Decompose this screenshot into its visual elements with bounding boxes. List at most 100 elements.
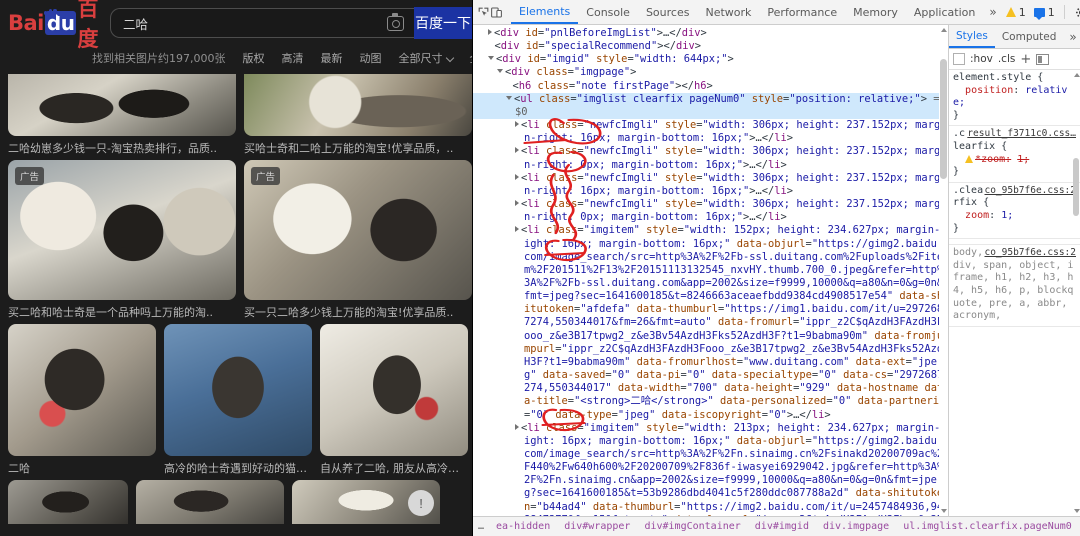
styles-more-tabs-icon[interactable]: » xyxy=(1063,30,1080,44)
dom-node[interactable]: <h6 class="note firstPage"></h6> xyxy=(473,80,948,93)
baidu-logo[interactable]: Bai du 百度 xyxy=(8,0,100,51)
scrollbar-thumb[interactable] xyxy=(940,59,947,179)
expand-triangle-icon[interactable] xyxy=(515,147,519,154)
tab-performance[interactable]: Performance xyxy=(759,0,845,24)
result-cell[interactable]: 自从养了二哈, 朋友从高冷御姐彻底... xyxy=(320,324,468,476)
expand-triangle-icon[interactable] xyxy=(515,121,519,128)
style-rule[interactable]: result_f3711c0.css… .clearfix { *zoom: 1;… xyxy=(949,126,1080,183)
result-cell[interactable]: 买哈士奇和二哈上万能的淘宝!优享品质，.. xyxy=(244,74,472,156)
scroll-down-icon[interactable] xyxy=(1073,509,1080,513)
dom-node[interactable]: <ul class="imglist clearfix pageNum0" st… xyxy=(473,92,948,120)
scroll-up-icon[interactable] xyxy=(1073,73,1080,77)
collapse-triangle-icon[interactable] xyxy=(488,56,494,61)
dom-tree-pane[interactable]: <div id="pnlBeforeImgList">…</div> <div i… xyxy=(473,25,949,516)
breadcrumb-item[interactable]: div#imgid xyxy=(748,517,816,536)
tab-computed[interactable]: Computed xyxy=(995,25,1064,48)
result-thumbnail[interactable] xyxy=(8,74,236,136)
floating-action-button[interactable]: ! xyxy=(408,490,434,516)
breadcrumb-item[interactable]: ea-hidden xyxy=(489,517,557,536)
styles-scrollbar[interactable] xyxy=(1072,70,1080,516)
result-thumbnail[interactable] xyxy=(136,480,284,524)
color-swatch[interactable] xyxy=(953,53,965,65)
filter-size[interactable]: 全部尺寸 xyxy=(399,50,454,66)
warning-count[interactable]: 1 xyxy=(1003,6,1029,19)
expand-triangle-icon[interactable] xyxy=(488,29,492,35)
dom-node[interactable]: <div id="pnlBeforeImgList">…</div> xyxy=(473,27,948,40)
result-cell[interactable] xyxy=(8,480,128,524)
result-thumbnail[interactable]: 广告 xyxy=(244,160,472,300)
dom-node[interactable]: <li class="imgitem" style="width: 213px;… xyxy=(473,422,948,516)
breadcrumb-item[interactable]: div#imgContainer xyxy=(637,517,747,536)
css-property[interactable]: position xyxy=(965,85,1013,96)
style-rule[interactable]: co_95b7f6e.css:2 body, div, span, object,… xyxy=(949,245,1080,327)
result-thumbnail[interactable] xyxy=(320,324,468,456)
style-rule[interactable]: co_95b7f6e.css:2 .clearfix { zoom: 1; } xyxy=(949,183,1080,240)
more-tabs-icon[interactable]: » xyxy=(983,5,1002,19)
result-thumbnail[interactable] xyxy=(8,324,156,456)
result-cell[interactable]: 广告 买二哈和哈士奇是一个品种吗上万能的淘.. xyxy=(8,160,236,320)
filter-animated[interactable]: 动图 xyxy=(360,50,382,66)
dom-node[interactable]: <li class="newfcImgli" style="width: 306… xyxy=(473,172,948,198)
filter-latest[interactable]: 最新 xyxy=(321,50,343,66)
camera-icon[interactable] xyxy=(387,12,404,31)
dom-scrollbar[interactable] xyxy=(939,25,948,516)
result-thumbnail[interactable] xyxy=(164,324,312,456)
dom-tree[interactable]: <div id="pnlBeforeImgList">…</div> <div i… xyxy=(473,25,948,516)
result-thumbnail[interactable]: 广告 xyxy=(8,160,236,300)
breadcrumb-item[interactable]: div#wrapper xyxy=(557,517,637,536)
hover-state-button[interactable]: :hov xyxy=(970,53,993,65)
tab-sources[interactable]: Sources xyxy=(638,0,698,24)
result-cell[interactable] xyxy=(136,480,284,524)
filter-copyright[interactable]: 版权 xyxy=(243,50,265,66)
tab-styles[interactable]: Styles xyxy=(949,25,995,48)
dom-node[interactable]: <li class="newfcImgli" style="width: 306… xyxy=(473,119,948,145)
css-value[interactable]: 1; xyxy=(1001,210,1013,221)
expand-triangle-icon[interactable] xyxy=(515,173,519,180)
filter-color[interactable]: 全部颜色 xyxy=(470,50,473,66)
collapse-triangle-icon[interactable] xyxy=(506,95,512,100)
expand-triangle-icon[interactable] xyxy=(515,423,519,430)
result-cell[interactable]: 二哈幼崽多少钱一只-淘宝热卖排行，品质.. xyxy=(8,74,236,156)
tab-application[interactable]: Application xyxy=(906,0,983,24)
style-source-link[interactable]: result_f3711c0.css… xyxy=(967,128,1076,141)
breadcrumb-item[interactable]: div.imgpage xyxy=(816,517,896,536)
scroll-up-icon[interactable] xyxy=(940,28,947,32)
new-style-rule-button[interactable]: + xyxy=(1020,52,1031,67)
style-rule[interactable]: element.style { position: relative; } xyxy=(949,70,1080,127)
gear-icon[interactable] xyxy=(1071,2,1080,23)
breadcrumb-item[interactable]: … xyxy=(473,517,489,536)
search-button[interactable]: 百度一下 xyxy=(414,7,472,39)
scroll-down-icon[interactable] xyxy=(940,509,947,513)
style-source-link[interactable]: co_95b7f6e.css:2 xyxy=(984,247,1076,260)
message-count[interactable]: 1 xyxy=(1031,6,1058,20)
result-cell[interactable]: 二哈 xyxy=(8,324,156,476)
search-input[interactable] xyxy=(123,15,387,31)
dom-node[interactable]: <li class="newfcImgli" style="width: 306… xyxy=(473,198,948,224)
css-property[interactable]: *zoom xyxy=(975,154,1005,165)
tab-console[interactable]: Console xyxy=(578,0,638,24)
toggle-sidebar-icon[interactable] xyxy=(1036,53,1050,65)
inspect-element-icon[interactable] xyxy=(477,2,490,23)
dom-node[interactable]: <li class="imgitem" style="width: 152px;… xyxy=(473,224,948,421)
tab-memory[interactable]: Memory xyxy=(845,0,906,24)
styles-rules-list[interactable]: element.style { position: relative; } res… xyxy=(949,70,1080,516)
style-source-link[interactable]: co_95b7f6e.css:2 xyxy=(984,185,1076,198)
css-value[interactable]: 1; xyxy=(1017,154,1029,165)
dom-node[interactable]: <div class="imgpage"> xyxy=(473,66,948,79)
expand-triangle-icon[interactable] xyxy=(515,200,519,207)
dom-node[interactable]: <div id="imgid" style="width: 644px;"> xyxy=(473,53,948,66)
tab-network[interactable]: Network xyxy=(697,0,759,24)
collapse-triangle-icon[interactable] xyxy=(497,69,503,74)
scrollbar-thumb[interactable] xyxy=(1073,158,1079,216)
result-thumbnail[interactable] xyxy=(8,480,128,524)
dom-node[interactable]: <li class="newfcImgli" style="width: 306… xyxy=(473,145,948,171)
result-cell[interactable]: 高冷的哈士奇遇到好动的猫咪,猫... xyxy=(164,324,312,476)
result-thumbnail[interactable] xyxy=(244,74,472,136)
search-box[interactable] xyxy=(110,8,414,38)
class-filter-button[interactable]: .cls xyxy=(998,53,1016,65)
tab-elements[interactable]: Elements xyxy=(511,0,579,24)
result-cell[interactable]: 广告 买一只二哈多少钱上万能的淘宝!优享品质.. xyxy=(244,160,472,320)
filter-hd[interactable]: 高清 xyxy=(282,50,304,66)
device-toolbar-icon[interactable] xyxy=(490,2,503,23)
expand-triangle-icon[interactable] xyxy=(515,226,519,233)
